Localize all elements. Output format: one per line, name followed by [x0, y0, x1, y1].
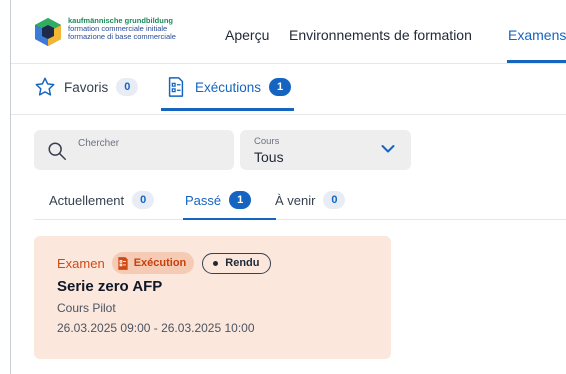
secondary-tabs: Favoris 0 Exécutions 1: [11, 64, 566, 115]
brand-wordmark: kaufmännische grundbildung formation com…: [68, 17, 208, 41]
star-icon: [35, 77, 55, 96]
tab-executions[interactable]: Exécutions 1: [165, 76, 292, 98]
brand-line-3: formazione di base commerciale: [68, 32, 176, 41]
nav-learning-environments[interactable]: Environnements de formation: [289, 27, 472, 43]
document-checklist-icon: [118, 256, 128, 270]
favorites-count-badge: 0: [116, 78, 139, 96]
tab-upcoming-label: À venir: [275, 192, 316, 208]
nav-exams[interactable]: Examens: [508, 27, 566, 43]
current-count-badge: 0: [132, 191, 155, 209]
time-filter-tabs: Actuellement 0 Passé 1 À venir 0: [34, 180, 566, 220]
status-dot-icon: [213, 260, 219, 266]
tab-past-label: Passé: [185, 192, 222, 208]
time-tab-active-indicator: [183, 218, 276, 220]
course-select-label: Cours: [254, 136, 280, 147]
top-navigation: kaufmännische grundbildung formation com…: [11, 0, 566, 64]
exam-card[interactable]: Examen Exécution Rendu Serie zero AFP Co…: [34, 236, 391, 359]
search-placeholder: Chercher: [78, 138, 120, 149]
exam-card-header: Examen Exécution Rendu: [57, 252, 271, 274]
brand-logo-icon[interactable]: [33, 17, 63, 47]
course-select-value: Tous: [254, 149, 284, 165]
tab-upcoming[interactable]: À venir 0: [275, 191, 346, 209]
execution-badge: Exécution: [111, 252, 195, 274]
tab-past[interactable]: Passé 1: [185, 191, 252, 209]
execution-badge-label: Exécution: [133, 257, 187, 269]
tab-favorites[interactable]: Favoris 0: [34, 76, 139, 98]
exam-type-label: Examen: [57, 255, 105, 271]
subtab-active-indicator: [161, 108, 294, 111]
exam-course: Cours Pilot: [57, 301, 116, 315]
search-icon: [48, 142, 66, 160]
tab-current[interactable]: Actuellement 0: [49, 191, 155, 209]
past-count-badge: 1: [229, 191, 252, 209]
upcoming-count-badge: 0: [323, 191, 346, 209]
nav-overview[interactable]: Aperçu: [225, 27, 269, 43]
document-checklist-icon: [168, 77, 184, 97]
nav-active-indicator: [507, 60, 566, 63]
search-input[interactable]: Chercher: [34, 130, 234, 170]
course-select[interactable]: Cours Tous: [240, 130, 411, 170]
executions-count-badge: 1: [269, 78, 292, 96]
exam-datetime: 26.03.2025 09:00 - 26.03.2025 10:00: [57, 321, 255, 335]
status-badge: Rendu: [202, 252, 271, 274]
chevron-down-icon: [381, 145, 395, 153]
status-badge-label: Rendu: [225, 257, 260, 269]
tab-executions-label: Exécutions: [195, 79, 262, 95]
tab-current-label: Actuellement: [49, 192, 125, 208]
exam-title: Serie zero AFP: [57, 278, 163, 295]
tab-favorites-label: Favoris: [64, 79, 109, 95]
